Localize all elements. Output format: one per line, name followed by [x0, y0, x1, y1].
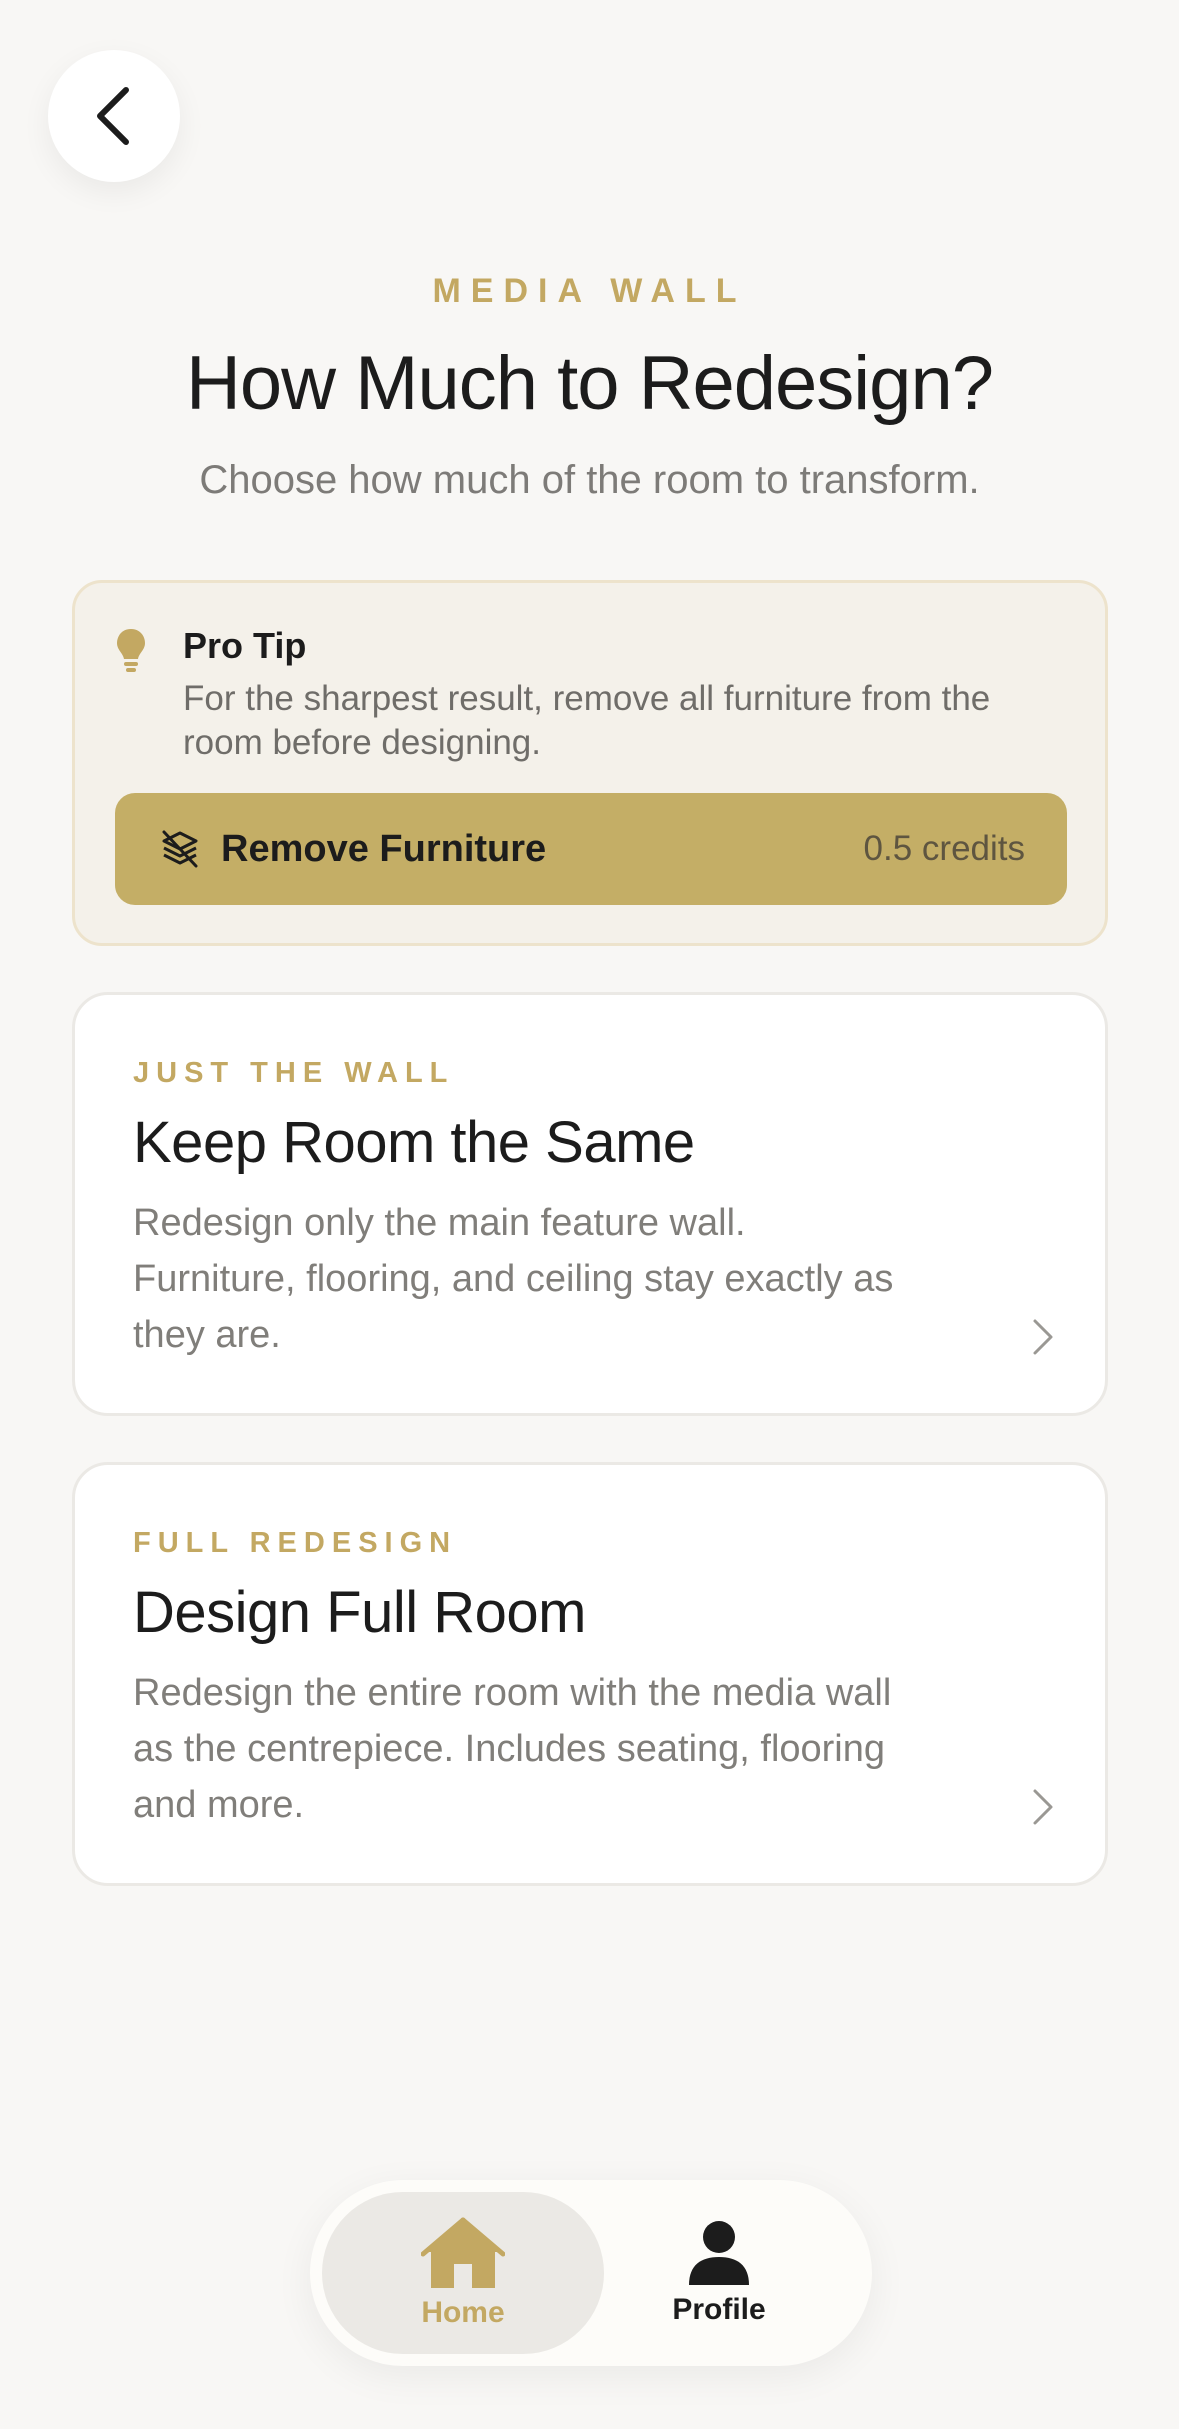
tab-profile[interactable]: Profile [578, 2192, 860, 2354]
home-icon [421, 2217, 505, 2288]
tab-home[interactable]: Home [322, 2192, 604, 2354]
tab-profile-label: Profile [672, 2293, 766, 2326]
chevron-right-icon [1033, 1319, 1053, 1355]
credits-cost: 0.5 credits [863, 829, 1025, 868]
option-description: Redesign only the main feature wall. Fur… [133, 1202, 894, 1356]
page-subtitle: Choose how much of the room to transform… [199, 458, 980, 502]
layers-off-icon [159, 828, 201, 870]
chevron-right-icon [1033, 1789, 1053, 1825]
remove-furniture-label: Remove Furniture [221, 827, 547, 870]
tab-bar: Home Profile [310, 2180, 872, 2366]
section-eyebrow: MEDIA WALL [432, 272, 747, 310]
option-full-room[interactable]: FULL REDESIGN Design Full Room Redesign … [72, 1462, 1108, 1886]
chevron-left-icon [97, 87, 129, 145]
lightbulb-icon [117, 629, 145, 672]
person-icon [689, 2221, 749, 2285]
back-button[interactable] [48, 50, 180, 182]
option-keep-room[interactable]: JUST THE WALL Keep Room the Same Redesig… [72, 992, 1108, 1416]
option-eyebrow: JUST THE WALL [133, 1057, 455, 1089]
option-title: Design Full Room [133, 1580, 586, 1645]
option-title: Keep Room the Same [133, 1110, 695, 1175]
option-eyebrow: FULL REDESIGN [133, 1527, 458, 1559]
option-description: Redesign the entire room with the media … [133, 1672, 892, 1826]
tab-home-label: Home [421, 2296, 505, 2329]
tip-text: For the sharpest result, remove all furn… [183, 679, 991, 762]
pro-tip-card: Pro Tip For the sharpest result, remove … [72, 580, 1108, 946]
remove-furniture-button[interactable]: Remove Furniture 0.5 credits [115, 793, 1067, 905]
page-title: How Much to Redesign? [186, 341, 994, 426]
tip-title: Pro Tip [183, 625, 307, 666]
